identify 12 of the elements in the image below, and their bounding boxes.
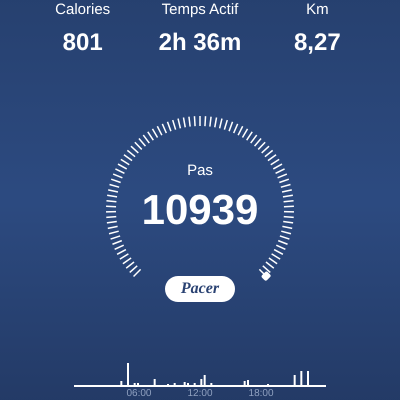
stat-label: Temps Actif bbox=[162, 1, 238, 19]
time-tick-label: 06:00 bbox=[126, 388, 152, 400]
stat-label: Km bbox=[306, 1, 329, 19]
steps-label: Pas bbox=[187, 162, 213, 180]
stat-label: Calories bbox=[55, 1, 110, 19]
stat-value: 8,27 bbox=[294, 28, 341, 58]
stat-value: 2h 36m bbox=[158, 28, 242, 58]
stat-value: 801 bbox=[62, 28, 103, 58]
logo-badge: Pacer bbox=[164, 276, 236, 302]
time-tick-label: 18:00 bbox=[248, 388, 274, 400]
steps-count: 10939 bbox=[142, 186, 258, 234]
time-tick-label: 12:00 bbox=[187, 388, 213, 400]
